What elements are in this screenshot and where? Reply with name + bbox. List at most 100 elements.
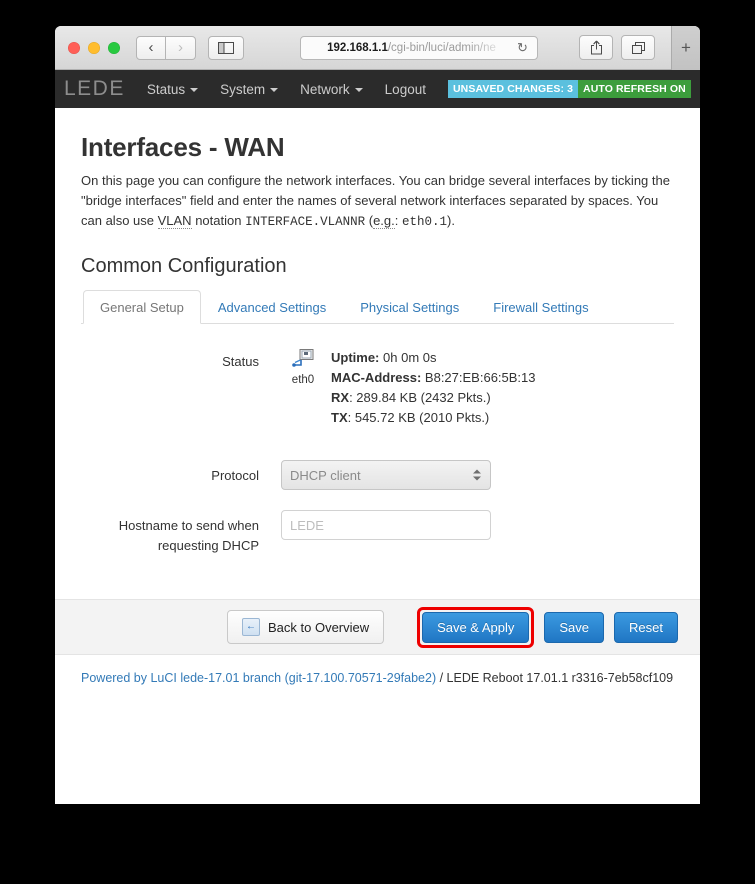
traffic-lights xyxy=(68,41,120,54)
nav-item-system-label: System xyxy=(220,81,266,97)
chevron-left-icon: ‹ xyxy=(148,39,154,56)
browser-window: ‹ › 192.168.1.1/cgi-bin/luci/admin/ne ↻ xyxy=(55,26,700,804)
url-host: 192.168.1.1 xyxy=(327,41,388,54)
page-content: Interfaces - WAN On this page you can co… xyxy=(55,108,700,586)
nav-item-network-label: Network xyxy=(300,81,350,97)
sidebar-toggle-button[interactable] xyxy=(208,35,244,60)
sidebar-icon xyxy=(218,41,234,54)
settings-tabs: General Setup Advanced Settings Physical… xyxy=(81,289,674,324)
zoom-window-button[interactable] xyxy=(108,41,120,54)
close-window-button[interactable] xyxy=(68,41,80,54)
hostname-label-line1: Hostname to send when xyxy=(118,518,259,534)
form-action-bar: ← Back to Overview Save & Apply Save Res… xyxy=(55,599,700,656)
status-label: Status xyxy=(222,353,259,369)
reload-icon[interactable]: ↻ xyxy=(515,41,531,54)
nav-item-logout[interactable]: Logout xyxy=(385,82,426,97)
chevron-down-icon xyxy=(270,87,279,92)
tabs-icon xyxy=(631,41,645,54)
primary-actions: Save & Apply Save Reset xyxy=(417,606,678,648)
desc-text-2: notation xyxy=(191,213,246,229)
desc-text-4: : xyxy=(394,213,402,229)
status-tx-line: TX: 545.72 KB (2010 Pkts.) xyxy=(331,408,536,428)
chevron-down-icon xyxy=(354,87,363,92)
minimize-window-button[interactable] xyxy=(88,41,100,54)
luci-version-link[interactable]: Powered by LuCI lede-17.01 branch (git-1… xyxy=(81,671,436,685)
status-tx-key: TX xyxy=(331,410,348,426)
section-title: Common Configuration xyxy=(81,254,287,277)
url-text: 192.168.1.1/cgi-bin/luci/admin/ne xyxy=(301,42,515,54)
browser-toolbar: ‹ › 192.168.1.1/cgi-bin/luci/admin/ne ↻ xyxy=(55,26,700,70)
tab-physical-settings[interactable]: Physical Settings xyxy=(343,290,476,324)
share-icon xyxy=(590,40,602,55)
chevron-right-icon: › xyxy=(178,39,183,56)
share-button[interactable] xyxy=(579,35,613,60)
brand-logo[interactable]: LEDE xyxy=(64,77,125,101)
back-button[interactable]: ‹ xyxy=(136,35,166,60)
tab-advanced-settings[interactable]: Advanced Settings xyxy=(201,290,343,324)
save-button[interactable]: Save xyxy=(544,611,605,643)
status-uptime-line: Uptime: 0h 0m 0s xyxy=(331,348,536,368)
status-details: Uptime: 0h 0m 0s MAC-Address: B8:27:EB:6… xyxy=(331,348,536,429)
status-uptime-key: Uptime: xyxy=(331,349,380,365)
status-block: eth0 Uptime: 0h 0m 0s MAC-Address: B8:27… xyxy=(281,346,674,429)
new-tab-button[interactable]: + xyxy=(671,26,700,70)
protocol-select[interactable]: DHCP client xyxy=(281,460,491,491)
status-value: eth0 Uptime: 0h 0m 0s MAC-Address: B8:27… xyxy=(281,346,674,429)
status-tx-value: : 545.72 KB (2010 Pkts.) xyxy=(347,410,490,426)
form-row-status: Status eth0 Uptime: 0h 0m 0s MAC-Address… xyxy=(81,346,674,429)
protocol-label: Protocol xyxy=(211,468,259,484)
page-title: Interfaces - WAN xyxy=(81,132,285,162)
ethernet-icon xyxy=(292,348,314,367)
form-row-hostname: Hostname to send when requesting DHCP xyxy=(81,510,674,555)
save-apply-highlight: Save & Apply xyxy=(417,606,535,648)
protocol-select-wrap: DHCP client xyxy=(281,460,491,491)
status-mac-key: MAC-Address: xyxy=(331,369,422,385)
show-tabs-button[interactable] xyxy=(621,35,655,60)
tab-general-setup[interactable]: General Setup xyxy=(83,289,201,324)
firmware-version-text: / LEDE Reboot 17.01.1 r3316-7eb58cf109 xyxy=(436,671,674,686)
reset-button[interactable]: Reset xyxy=(614,611,678,643)
back-to-overview-button[interactable]: ← Back to Overview xyxy=(227,610,385,645)
toolbar-right-buttons: + xyxy=(579,26,700,70)
desc-text-3: ( xyxy=(365,213,374,229)
nav-item-status-label: Status xyxy=(146,81,186,97)
protocol-control: DHCP client xyxy=(281,460,674,491)
arrow-left-icon: ← xyxy=(242,618,260,637)
page-description: On this page you can configure the netwo… xyxy=(81,171,674,233)
url-bar-wrapper: 192.168.1.1/cgi-bin/luci/admin/ne ↻ xyxy=(258,35,579,60)
general-setup-form: Status eth0 Uptime: 0h 0m 0s MAC-Address… xyxy=(81,324,674,586)
desc-text-5: ). xyxy=(447,213,455,229)
interface-name: eth0 xyxy=(291,373,315,386)
desc-code-eth0: eth0.1 xyxy=(401,215,447,230)
status-rx-key: RX xyxy=(331,389,350,405)
luci-navbar: LEDE Status System Network Logout UNSAVE… xyxy=(55,70,700,108)
status-rx-value: : 289.84 KB (2432 Pkts.) xyxy=(349,389,491,405)
hostname-label-line2: requesting DHCP xyxy=(157,537,259,553)
form-row-protocol: Protocol DHCP client xyxy=(81,460,674,491)
forward-button: › xyxy=(166,35,196,60)
status-mac-line: MAC-Address: B8:27:EB:66:5B:13 xyxy=(331,368,536,388)
page-footer: Powered by LuCI lede-17.01 branch (git-1… xyxy=(55,655,700,685)
address-bar[interactable]: 192.168.1.1/cgi-bin/luci/admin/ne ↻ xyxy=(299,35,538,60)
back-to-overview-label: Back to Overview xyxy=(268,619,370,635)
nav-item-system[interactable]: System xyxy=(220,81,279,97)
eg-abbr: e.g. xyxy=(373,213,395,230)
hostname-input[interactable] xyxy=(281,510,491,541)
tab-firewall-settings[interactable]: Firewall Settings xyxy=(476,290,605,324)
nav-item-status[interactable]: Status xyxy=(146,81,199,97)
interface-icon-wrap: eth0 xyxy=(281,348,325,429)
status-mac-value: B8:27:EB:66:5B:13 xyxy=(424,369,536,385)
hostname-control xyxy=(281,510,674,555)
nav-buttons-group: ‹ › xyxy=(136,35,196,60)
status-rx-line: RX: 289.84 KB (2432 Pkts.) xyxy=(331,388,536,408)
chevron-down-icon xyxy=(190,87,199,92)
status-uptime-value: 0h 0m 0s xyxy=(383,349,437,365)
desc-code-interface-vlannr: INTERFACE.VLANNR xyxy=(245,215,366,230)
unsaved-changes-badge[interactable]: UNSAVED CHANGES: 3 xyxy=(447,79,579,99)
auto-refresh-badge[interactable]: AUTO REFRESH ON xyxy=(578,79,691,99)
vlan-abbr: VLAN xyxy=(157,213,192,230)
save-apply-button[interactable]: Save & Apply xyxy=(422,611,530,643)
url-path: /cgi-bin/luci/admin/ne xyxy=(387,41,496,54)
hostname-label: Hostname to send when requesting DHCP xyxy=(81,510,281,555)
nav-item-network[interactable]: Network xyxy=(300,82,363,97)
